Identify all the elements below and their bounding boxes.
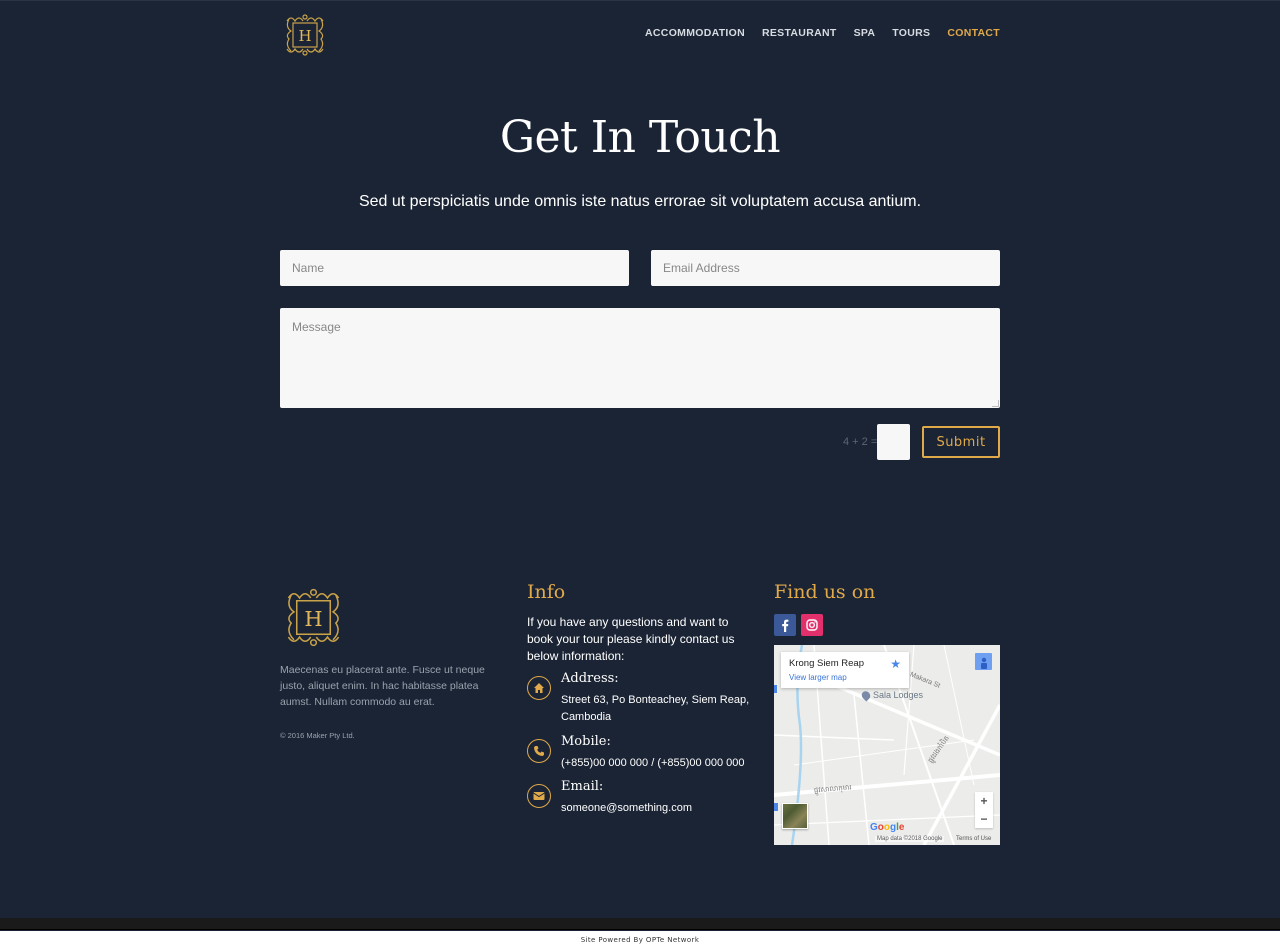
mobile-value: (+855)00 000 000 / (+855)00 000 000 <box>561 757 745 769</box>
ornate-monogram-logo-icon: H <box>287 588 340 647</box>
instagram-icon <box>806 619 818 631</box>
zoom-out-button[interactable]: − <box>975 810 993 828</box>
submit-button[interactable]: Submit <box>922 426 1000 458</box>
nav-contact[interactable]: CONTACT <box>947 27 1000 39</box>
textarea-resize-handle[interactable] <box>992 400 999 407</box>
nav-restaurant[interactable]: RESTAURANT <box>762 27 837 39</box>
ornate-monogram-logo-icon: H <box>286 14 324 56</box>
page-subtitle: Sed ut perspiciatis unde omnis iste natu… <box>358 193 922 210</box>
facebook-icon <box>782 619 789 632</box>
site-header: H ACCOMMODATION RESTAURANT SPA TOURS CON… <box>0 0 1280 64</box>
bottom-divider-bar <box>0 918 1280 930</box>
info-intro: If you have any questions and want to bo… <box>527 615 735 663</box>
satellite-toggle[interactable] <box>782 803 808 829</box>
street-view-pegman-icon[interactable] <box>975 653 992 670</box>
nav-tours[interactable]: TOURS <box>892 27 930 39</box>
logo-letter: H <box>298 27 311 45</box>
email-input[interactable] <box>651 250 1000 286</box>
phone-icon <box>527 739 551 763</box>
captcha-question: 4 + 2 = <box>843 436 878 448</box>
facebook-link[interactable] <box>774 614 796 636</box>
mobile-label: Mobile: <box>561 734 611 749</box>
map-place-name: Krong Siem Reap <box>789 658 864 669</box>
page-title: Get In Touch <box>499 112 781 163</box>
view-larger-map-link[interactable]: View larger map <box>789 673 847 682</box>
email-value[interactable]: someone@something.com <box>561 800 756 817</box>
embedded-map[interactable]: Krong Siem Reap View larger map ★ Sala L… <box>774 645 1000 845</box>
copyright: © 2016 Maker Pty Ltd. <box>280 731 355 740</box>
main-nav: ACCOMMODATION RESTAURANT SPA TOURS CONTA… <box>645 27 1000 39</box>
poi-label: Sala Lodges <box>873 690 924 700</box>
message-textarea[interactable] <box>280 308 1000 408</box>
map-poi[interactable]: Sala Lodges <box>859 688 924 702</box>
address-value: Street 63, Po Bonteachey, Siem Reap, Cam… <box>561 694 750 723</box>
address-label: Address: <box>561 671 619 686</box>
info-heading: Info <box>527 581 566 603</box>
map-attribution: Map data ©2018 Google <box>875 836 945 842</box>
powered-by-text: Site Powered By OPTe Network <box>580 936 700 944</box>
map-place-card: Krong Siem Reap View larger map ★ <box>781 652 909 688</box>
map-terms-link[interactable]: Terms of Use <box>956 836 991 842</box>
footer-logo-letter: H <box>304 607 322 631</box>
star-icon[interactable]: ★ <box>890 657 901 671</box>
captcha-input[interactable] <box>877 424 910 460</box>
find-us-heading: Find us on <box>774 581 876 603</box>
footer-logo: H <box>280 584 347 651</box>
map-zoom-control: + − <box>975 792 993 828</box>
envelope-icon <box>527 784 551 808</box>
nav-spa[interactable]: SPA <box>854 27 876 39</box>
nav-accommodation[interactable]: ACCOMMODATION <box>645 27 745 39</box>
map-pin-icon <box>859 688 873 702</box>
google-logo: Google <box>870 822 905 833</box>
name-input[interactable] <box>280 250 629 286</box>
home-icon <box>527 676 551 700</box>
instagram-link[interactable] <box>801 614 823 636</box>
email-label: Email: <box>561 779 604 794</box>
site-logo[interactable]: H <box>281 11 329 59</box>
zoom-in-button[interactable]: + <box>975 792 993 810</box>
footer-about-text: Maecenas eu placerat ante. Fusce ut nequ… <box>280 664 485 708</box>
